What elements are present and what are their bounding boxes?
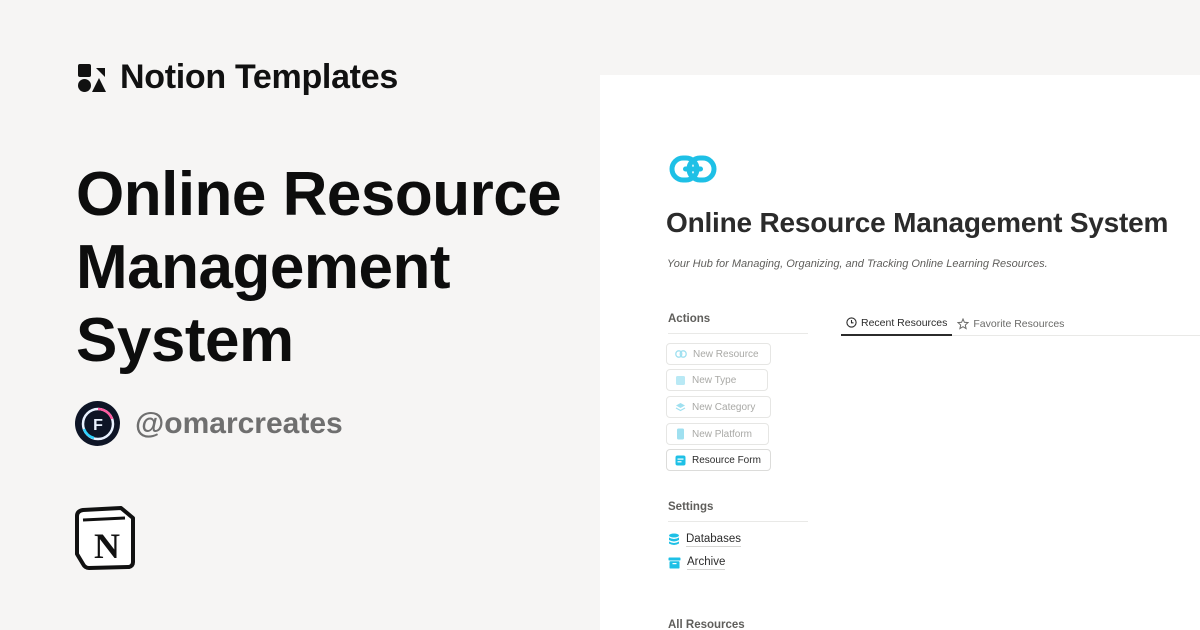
tab-recent-resources[interactable]: Recent Resources <box>841 311 953 336</box>
settings-heading: Settings <box>668 501 808 522</box>
square-icon <box>676 375 685 385</box>
all-resources-heading: All Resources <box>668 619 745 630</box>
hero-title: Online Resource Management System <box>76 160 562 375</box>
database-icon <box>669 533 679 545</box>
link-icon <box>675 350 687 358</box>
archive-link[interactable]: Archive <box>668 555 726 570</box>
brand-name: Notion Templates <box>120 58 398 96</box>
tab-recent-resources-label: Recent Resources <box>861 316 948 329</box>
resource-form-button[interactable]: Resource Form <box>666 449 771 471</box>
new-category-label: New Category <box>692 401 756 413</box>
view-tabs: Recent Resources Favorite Resources <box>841 311 1200 336</box>
author-handle[interactable]: @omarcreates <box>135 407 343 441</box>
tab-favorite-resources[interactable]: Favorite Resources <box>952 311 1069 336</box>
archive-label: Archive <box>687 556 726 570</box>
new-platform-label: New Platform <box>692 428 753 440</box>
layers-icon <box>675 402 686 411</box>
notion-page-preview: Online Resource Management System Your H… <box>600 75 1200 630</box>
new-type-label: New Type <box>692 374 737 386</box>
phone-icon <box>677 428 684 440</box>
star-icon <box>957 317 970 330</box>
notion-logo-icon: N <box>75 506 137 575</box>
notion-templates-logo-icon <box>78 63 106 92</box>
new-category-button[interactable]: New Category <box>666 396 771 418</box>
new-resource-label: New Resource <box>693 348 759 360</box>
svg-text:F: F <box>93 417 103 434</box>
form-icon <box>675 455 686 465</box>
archive-icon <box>668 557 681 568</box>
new-type-button[interactable]: New Type <box>666 369 768 391</box>
svg-text:N: N <box>94 526 120 566</box>
page-subtitle: Your Hub for Managing, Organizing, and T… <box>667 258 1048 270</box>
new-platform-button[interactable]: New Platform <box>666 423 769 445</box>
actions-heading: Actions <box>668 313 808 334</box>
author: F @omarcreates <box>75 401 343 446</box>
tab-favorite-resources-label: Favorite Resources <box>973 317 1065 330</box>
new-resource-button[interactable]: New Resource <box>666 343 771 365</box>
link-icon <box>669 155 717 188</box>
page-title: Online Resource Management System <box>666 207 1169 238</box>
brand-header: Notion Templates <box>76 58 398 97</box>
resource-form-label: Resource Form <box>692 454 761 466</box>
avatar: F <box>75 401 120 446</box>
clock-icon <box>846 317 857 328</box>
databases-label: Databases <box>686 533 741 547</box>
databases-link[interactable]: Databases <box>668 532 741 547</box>
